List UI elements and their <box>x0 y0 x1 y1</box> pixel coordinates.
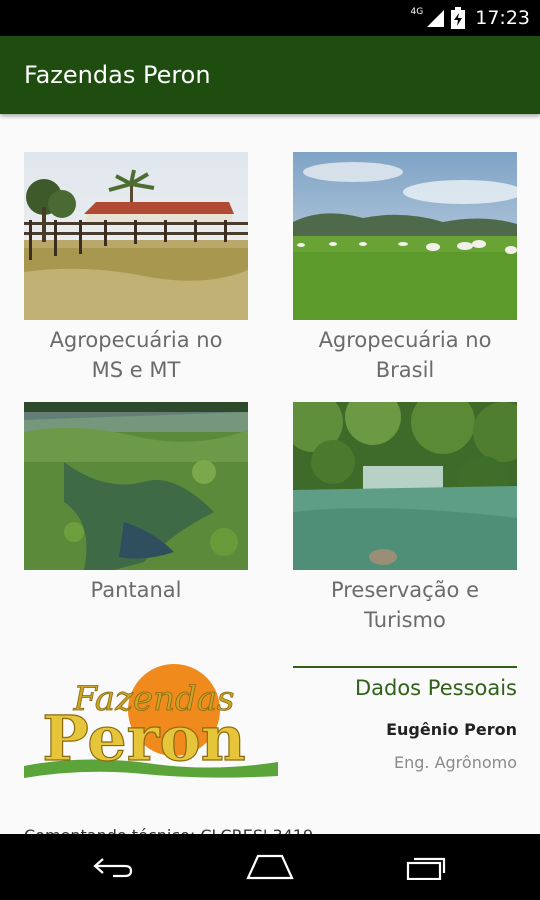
fazendas-peron-logo: Fazendas Peron <box>24 662 278 780</box>
status-time: 17:23 <box>475 7 530 29</box>
dados-title: Dados Pessoais <box>354 676 517 700</box>
tile-label: Preservação e Turismo <box>293 575 517 635</box>
home-button[interactable] <box>230 834 310 900</box>
tile-agropecuaria-ms-mt[interactable]: Agropecuária no MS e MT <box>24 152 248 385</box>
tile-pantanal[interactable]: Pantanal <box>24 402 248 605</box>
tile-label: Agropecuária no Brasil <box>293 325 517 385</box>
tile-label-line1: Preservação e <box>330 578 480 602</box>
battery-icon <box>451 7 466 29</box>
tile-label: Agropecuária no MS e MT <box>24 325 248 385</box>
tile-preservacao-turismo[interactable]: Preservação e Turismo <box>293 402 517 635</box>
back-icon <box>93 858 133 878</box>
tile-label-line2: MS e MT <box>91 358 181 382</box>
tile-agropecuaria-brasil[interactable]: Agropecuária no Brasil <box>293 152 517 385</box>
status-bar: 4G 17:23 <box>0 0 540 36</box>
signal-icon <box>427 10 445 27</box>
dados-pessoais-section: Dados Pessoais Eugênio Peron Eng. Agrôno… <box>293 666 517 772</box>
tile-label-line1: Agropecuária no <box>318 328 492 352</box>
footer-cut-text: Comentando técnico: CLCRES' 3419 <box>24 826 313 834</box>
recents-icon <box>406 857 446 880</box>
status-indicators: 4G 17:23 <box>411 0 530 36</box>
main-content[interactable]: Agropecuária no MS e MT Agropecuária no … <box>0 114 540 834</box>
tile-label-line1: Agropecuária no <box>49 328 223 352</box>
back-button[interactable] <box>73 834 153 900</box>
dados-name: Eugênio Peron <box>386 720 517 739</box>
navigation-bar <box>0 834 540 900</box>
network-type-label: 4G <box>410 7 424 17</box>
recents-button[interactable] <box>388 834 468 900</box>
dados-role: Eng. Agrônomo <box>394 753 517 772</box>
river-waterfall-photo[interactable] <box>293 402 517 570</box>
app-bar: Fazendas Peron <box>0 36 540 114</box>
tile-label-line1: Pantanal <box>90 578 182 602</box>
tile-label-line2: Turismo <box>364 608 446 632</box>
cattle-pasture-photo[interactable] <box>293 152 517 320</box>
farm-buildings-photo[interactable] <box>24 152 248 320</box>
svg-text:Peron: Peron <box>42 702 246 775</box>
wetland-aerial-photo[interactable] <box>24 402 248 570</box>
tile-label: Pantanal <box>24 575 248 605</box>
app-title: Fazendas Peron <box>24 61 211 89</box>
home-icon <box>246 854 294 880</box>
tile-label-line2: Brasil <box>375 358 435 382</box>
